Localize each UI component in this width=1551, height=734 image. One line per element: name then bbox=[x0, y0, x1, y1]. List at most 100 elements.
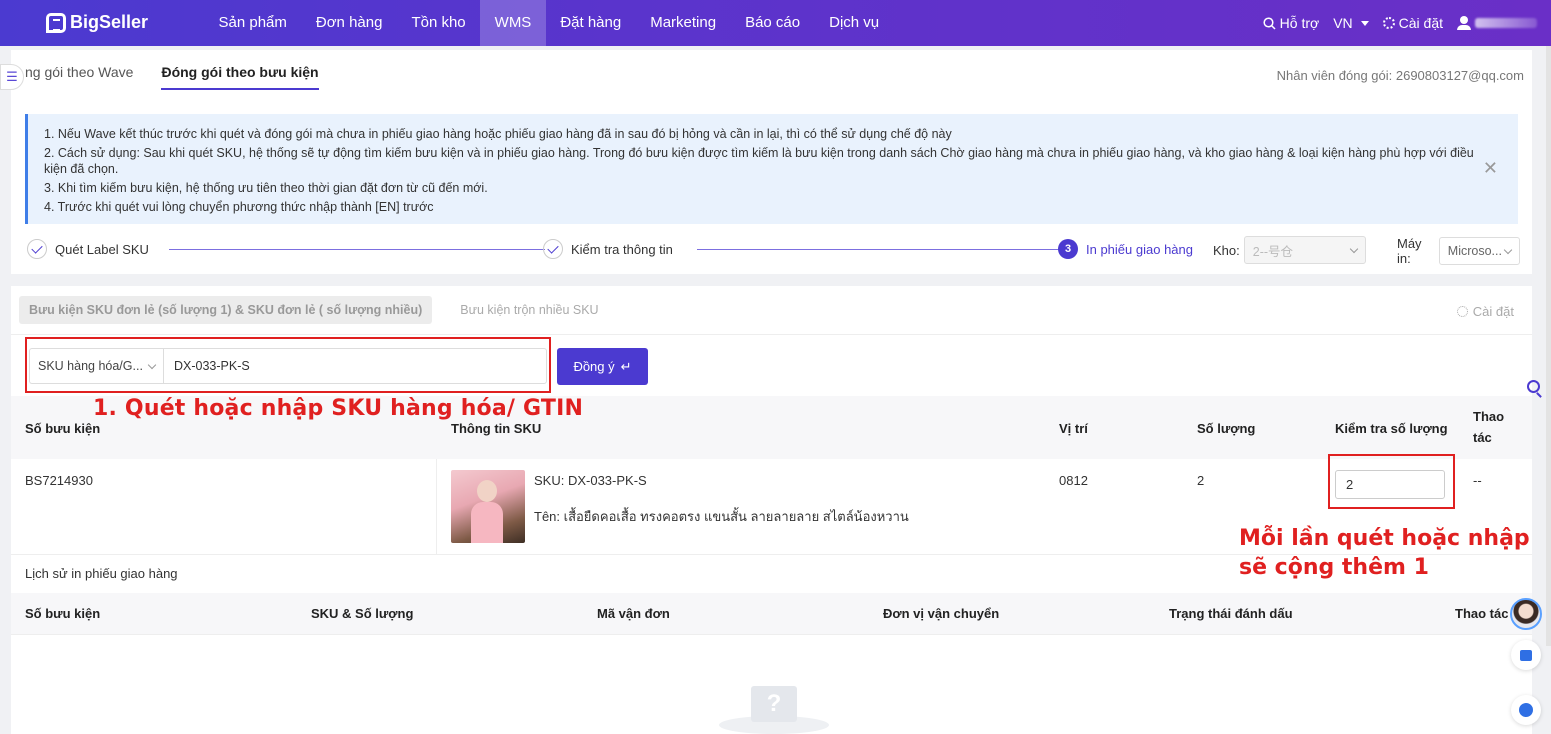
hcol-parcel-number: Số bưu kiện bbox=[25, 606, 101, 621]
quantity-value: 2 bbox=[1197, 473, 1205, 488]
instructions-box: 1. Nếu Wave kết thúc trước khi quét và đ… bbox=[25, 114, 1518, 224]
main-nav: Sản phẩm Đơn hàng Tồn kho WMS Đặt hàng M… bbox=[204, 0, 894, 46]
support-agent-avatar[interactable] bbox=[1510, 598, 1542, 630]
caret-down-icon bbox=[1360, 20, 1369, 26]
check-icon bbox=[27, 239, 47, 259]
empty-doc: ? bbox=[751, 686, 797, 722]
printer-label: Máy in: bbox=[1397, 236, 1422, 266]
warehouse-label: Kho: bbox=[1213, 242, 1240, 258]
warehouse-field: Kho: 2--号仓 bbox=[1213, 236, 1366, 264]
col-action-line1: Thao bbox=[1473, 409, 1505, 424]
step-label: In phiếu giao hàng bbox=[1086, 241, 1193, 257]
nav-reports[interactable]: Báo cáo bbox=[731, 0, 815, 46]
chevron-down-icon bbox=[1503, 245, 1513, 254]
col-sku-info: Thông tin SKU bbox=[451, 421, 542, 436]
annotation-quantity: Mỗi lần quét hoặc nhập sẽ cộng thêm 1 bbox=[1239, 524, 1530, 582]
step-scan-label: Quét Label SKU bbox=[27, 239, 149, 259]
col-quantity: Số lượng bbox=[1197, 421, 1256, 436]
col-parcel-number: Số bưu kiện bbox=[25, 421, 101, 436]
instruction-2: 2. Cách sử dụng: Sau khi quét SKU, hệ th… bbox=[44, 146, 1474, 176]
tab-single-sku[interactable]: Bưu kiện SKU đơn lẻ (số lượng 1) & SKU đ… bbox=[19, 296, 433, 324]
hcol-carrier: Đơn vị vận chuyển bbox=[883, 606, 1000, 621]
hcol-mark-status: Trạng thái đánh dấu bbox=[1169, 606, 1293, 621]
top-right-tools: Hỗ trợ VN Cài đặt bbox=[1263, 0, 1551, 46]
nav-services[interactable]: Dịch vụ bbox=[815, 0, 894, 46]
packing-mode-tabs: ng gói theo Wave Đóng gói theo bưu kiện bbox=[25, 64, 319, 90]
search-icon bbox=[1263, 16, 1276, 30]
annotation-quantity-line2: sẽ cộng thêm 1 bbox=[1239, 555, 1429, 580]
annotation-quantity-line1: Mỗi lần quét hoặc nhập bbox=[1239, 526, 1530, 551]
support-link[interactable]: Hỗ trợ bbox=[1263, 15, 1319, 31]
printer-select[interactable]: Microso... bbox=[1438, 237, 1520, 265]
nav-orders[interactable]: Đơn hàng bbox=[301, 0, 397, 46]
confirm-label: Đồng ý bbox=[573, 359, 615, 374]
page-scrollbar[interactable] bbox=[1546, 46, 1551, 646]
column-divider bbox=[436, 459, 437, 555]
nav-purchase[interactable]: Đặt hàng bbox=[546, 0, 636, 46]
instruction-4: 4. Trước khi quét vui lòng chuyển phương… bbox=[44, 200, 434, 214]
instruction-1: 1. Nếu Wave kết thúc trước khi quét và đ… bbox=[44, 127, 952, 141]
step-print-label: 3 In phiếu giao hàng bbox=[1058, 239, 1193, 259]
check-icon bbox=[543, 239, 563, 259]
packing-header-panel: ng gói theo Wave Đóng gói theo bưu kiện … bbox=[11, 50, 1532, 274]
tab-mixed-sku[interactable]: Bưu kiện trộn nhiều SKU bbox=[450, 296, 608, 324]
search-type-value: SKU hàng hóa/G... bbox=[38, 359, 143, 373]
settings-label: Cài đặt bbox=[1398, 15, 1443, 31]
chevron-down-icon bbox=[1349, 244, 1358, 253]
search-circle bbox=[1527, 380, 1540, 393]
nav-inventory[interactable]: Tồn kho bbox=[397, 0, 480, 46]
tab-pack-by-parcel[interactable]: Đóng gói theo bưu kiện bbox=[161, 64, 319, 90]
close-icon[interactable]: ✕ bbox=[1483, 159, 1498, 177]
parcel-number: BS7214930 bbox=[25, 473, 93, 488]
chevron-down-icon bbox=[147, 360, 157, 369]
step-check-info: Kiểm tra thông tin bbox=[543, 239, 673, 259]
search-type-select[interactable]: SKU hàng hóa/G... bbox=[29, 348, 163, 384]
parcel-type-tabs: Bưu kiện SKU đơn lẻ (số lượng 1) & SKU đ… bbox=[19, 296, 609, 324]
logo-icon bbox=[46, 12, 66, 33]
nav-marketing[interactable]: Marketing bbox=[636, 0, 731, 46]
col-action-line2: tác bbox=[1473, 430, 1492, 445]
user-menu[interactable] bbox=[1457, 16, 1537, 30]
feedback-button[interactable] bbox=[1511, 640, 1541, 670]
scan-panel: Bưu kiện SKU đơn lẻ (số lượng 1) & SKU đ… bbox=[11, 286, 1532, 734]
step-label: Kiểm tra thông tin bbox=[571, 241, 673, 257]
product-name: Tên: เสื้อยืดคอเสื้อ ทรงคอตรง แขนสั้น ลา… bbox=[534, 509, 909, 524]
divider bbox=[11, 334, 1532, 335]
nav-wms[interactable]: WMS bbox=[480, 0, 546, 46]
step-connector bbox=[697, 249, 1061, 250]
language-select[interactable]: VN bbox=[1333, 15, 1369, 31]
message-icon bbox=[1520, 649, 1532, 661]
tab-pack-by-wave[interactable]: ng gói theo Wave bbox=[25, 64, 133, 90]
confirm-button[interactable]: Đồng ý ↵ bbox=[557, 348, 648, 385]
empty-state-icon: ? bbox=[719, 686, 829, 734]
bigseller-logo[interactable]: BigSeller bbox=[46, 12, 148, 33]
location-value: 0812 bbox=[1059, 473, 1088, 488]
progress-steps: Quét Label SKU Kiểm tra thông tin 3 In p… bbox=[25, 236, 1520, 266]
top-nav-bar: BigSeller Sản phẩm Đơn hàng Tồn kho WMS … bbox=[0, 0, 1551, 46]
printer-value: Microso... bbox=[1447, 244, 1502, 258]
sku-code: SKU: DX-033-PK-S bbox=[534, 473, 647, 488]
language-label: VN bbox=[1333, 15, 1353, 31]
col-check-quantity: Kiểm tra số lượng bbox=[1335, 421, 1448, 436]
print-history-title: Lịch sử in phiếu giao hàng bbox=[25, 566, 178, 581]
warehouse-select[interactable]: 2--号仓 bbox=[1243, 236, 1366, 264]
nav-products[interactable]: Sản phẩm bbox=[204, 0, 301, 46]
printer-field: Máy in: Microso... bbox=[1397, 236, 1520, 266]
step-label: Quét Label SKU bbox=[55, 241, 149, 257]
step-number: 3 bbox=[1058, 239, 1078, 259]
chat-button[interactable] bbox=[1511, 695, 1541, 725]
floating-search-icon[interactable] bbox=[1527, 380, 1545, 398]
scan-settings-button[interactable]: Cài đặt bbox=[1456, 304, 1514, 319]
settings-link[interactable]: Cài đặt bbox=[1382, 15, 1443, 31]
warehouse-value: 2--号仓 bbox=[1252, 244, 1294, 259]
sku-search-input[interactable] bbox=[163, 348, 547, 384]
history-table-header: Số bưu kiện SKU & Số lượng Mã vận đơn Đơ… bbox=[11, 593, 1532, 635]
hcol-tracking-number: Mã vận đơn bbox=[597, 606, 670, 621]
annotation-scan-sku: 1. Quét hoặc nhập SKU hàng hóa/ GTIN bbox=[93, 396, 584, 421]
product-thumbnail bbox=[451, 470, 525, 543]
user-icon bbox=[1457, 16, 1471, 30]
col-location: Vị trí bbox=[1059, 421, 1088, 436]
step-connector bbox=[169, 249, 545, 250]
instruction-3: 3. Khi tìm kiếm bưu kiện, hệ thống ưu ti… bbox=[44, 181, 488, 195]
check-quantity-input[interactable] bbox=[1335, 470, 1445, 499]
